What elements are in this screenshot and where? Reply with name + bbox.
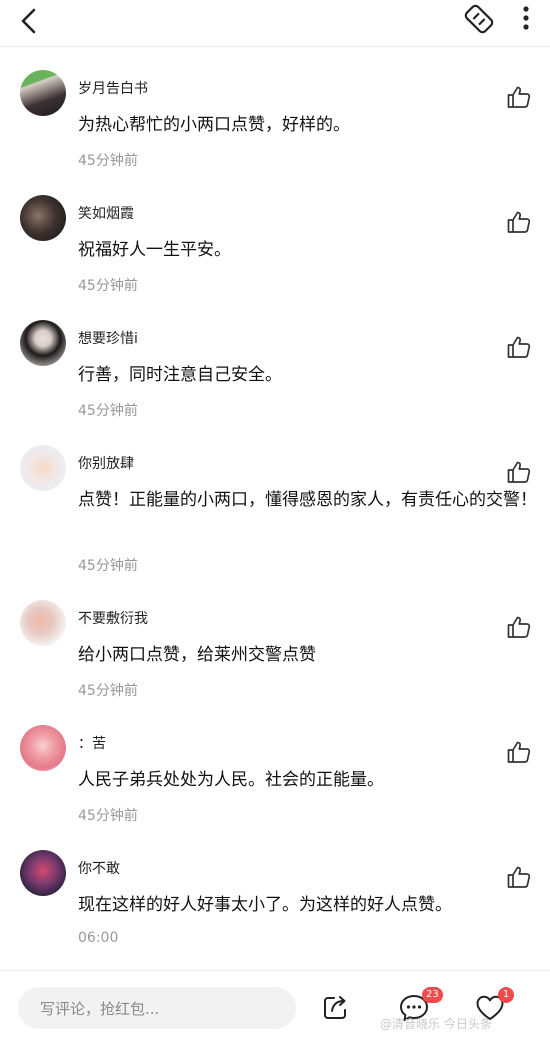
comment-input-placeholder: 写评论，抢红包...: [40, 1000, 160, 1018]
back-arrow-icon: [21, 8, 36, 34]
like-button[interactable]: [506, 334, 532, 360]
comment-text: 给小两口点赞，给莱州交警点赞: [78, 645, 316, 665]
avatar[interactable]: [20, 725, 66, 771]
share-link-icon: [464, 4, 494, 34]
comment-time: 45分钟前: [78, 278, 138, 294]
share-icon: [324, 996, 346, 1019]
comment-time: 45分钟前: [78, 683, 138, 699]
thumbs-up-icon: [507, 741, 531, 763]
comment-count-badge: 23: [422, 987, 443, 1003]
avatar[interactable]: [20, 850, 66, 896]
bottom-bar: 写评论，抢红包... 23 1 @清音晓乐 今日头条: [0, 970, 550, 1042]
avatar[interactable]: [20, 70, 66, 116]
more-options-button[interactable]: [514, 2, 538, 36]
comment-text: 行善，同时注意自己安全。: [78, 365, 282, 385]
comment-text: 为热心帮忙的小两口点赞，好样的。: [78, 115, 350, 135]
thumbs-up-icon: [507, 86, 531, 108]
comment-item: 不要敷衍我 给小两口点赞，给莱州交警点赞 45分钟前: [0, 596, 550, 720]
watermark: @清音晓乐 今日头条: [380, 1017, 492, 1031]
comment-item: 你别放肆 点赞！正能量的小两口，懂得感恩的家人，有责任心的交警！ 45分钟前: [0, 441, 550, 591]
comment-time: 45分钟前: [78, 403, 138, 419]
comment-username[interactable]: 你不敢: [78, 858, 120, 878]
comment-username[interactable]: 笑如烟霞: [78, 203, 134, 223]
comment-text: 祝福好人一生平安。: [78, 240, 231, 260]
like-button[interactable]: [506, 459, 532, 485]
comment-text: 现在这样的好人好事太小了。为这样的好人点赞。: [78, 895, 452, 915]
like-button[interactable]: [506, 84, 532, 110]
comment-username[interactable]: 不要敷衍我: [78, 608, 148, 628]
comment-item: 想要珍惜i 行善，同时注意自己安全。 45分钟前: [0, 316, 550, 440]
like-button[interactable]: [506, 209, 532, 235]
comment-username[interactable]: 你别放肆: [78, 453, 134, 473]
comment-time: 45分钟前: [78, 558, 138, 574]
more-vertical-icon: [523, 6, 529, 30]
thumbs-up-icon: [507, 336, 531, 358]
comment-time: 06:00: [78, 930, 119, 946]
like-button[interactable]: [506, 614, 532, 640]
comment-time: 45分钟前: [78, 808, 138, 824]
share-link-button[interactable]: [462, 2, 496, 36]
avatar[interactable]: [20, 195, 66, 241]
comment-username[interactable]: 想要珍惜i: [78, 328, 138, 348]
share-button[interactable]: [322, 993, 350, 1021]
comment-item: 你不敢 现在这样的好人好事太小了。为这样的好人点赞。 06:00: [0, 846, 550, 970]
comment-time: 45分钟前: [78, 153, 138, 169]
thumbs-up-icon: [507, 866, 531, 888]
avatar[interactable]: [20, 445, 66, 491]
comment-username[interactable]: 岁月告白书: [78, 78, 148, 98]
like-button[interactable]: [506, 739, 532, 765]
comment-username[interactable]: ：苦: [78, 733, 106, 753]
top-bar: [0, 0, 550, 47]
thumbs-up-icon: [507, 461, 531, 483]
comment-item: 岁月告白书 为热心帮忙的小两口点赞，好样的。 45分钟前: [0, 66, 550, 190]
comment-item: ：苦 人民子弟兵处处为人民。社会的正能量。 45分钟前: [0, 721, 550, 845]
thumbs-up-icon: [507, 211, 531, 233]
comment-input[interactable]: 写评论，抢红包...: [18, 987, 296, 1029]
comment-item: 笑如烟霞 祝福好人一生平安。 45分钟前: [0, 191, 550, 315]
favorite-count-badge: 1: [498, 987, 514, 1003]
comment-text: 点赞！正能量的小两口，懂得感恩的家人，有责任心的交警！: [78, 490, 537, 510]
avatar[interactable]: [20, 320, 66, 366]
avatar[interactable]: [20, 600, 66, 646]
back-button[interactable]: [14, 4, 46, 40]
like-button[interactable]: [506, 864, 532, 890]
thumbs-up-icon: [507, 616, 531, 638]
comment-text: 人民子弟兵处处为人民。社会的正能量。: [78, 770, 384, 790]
